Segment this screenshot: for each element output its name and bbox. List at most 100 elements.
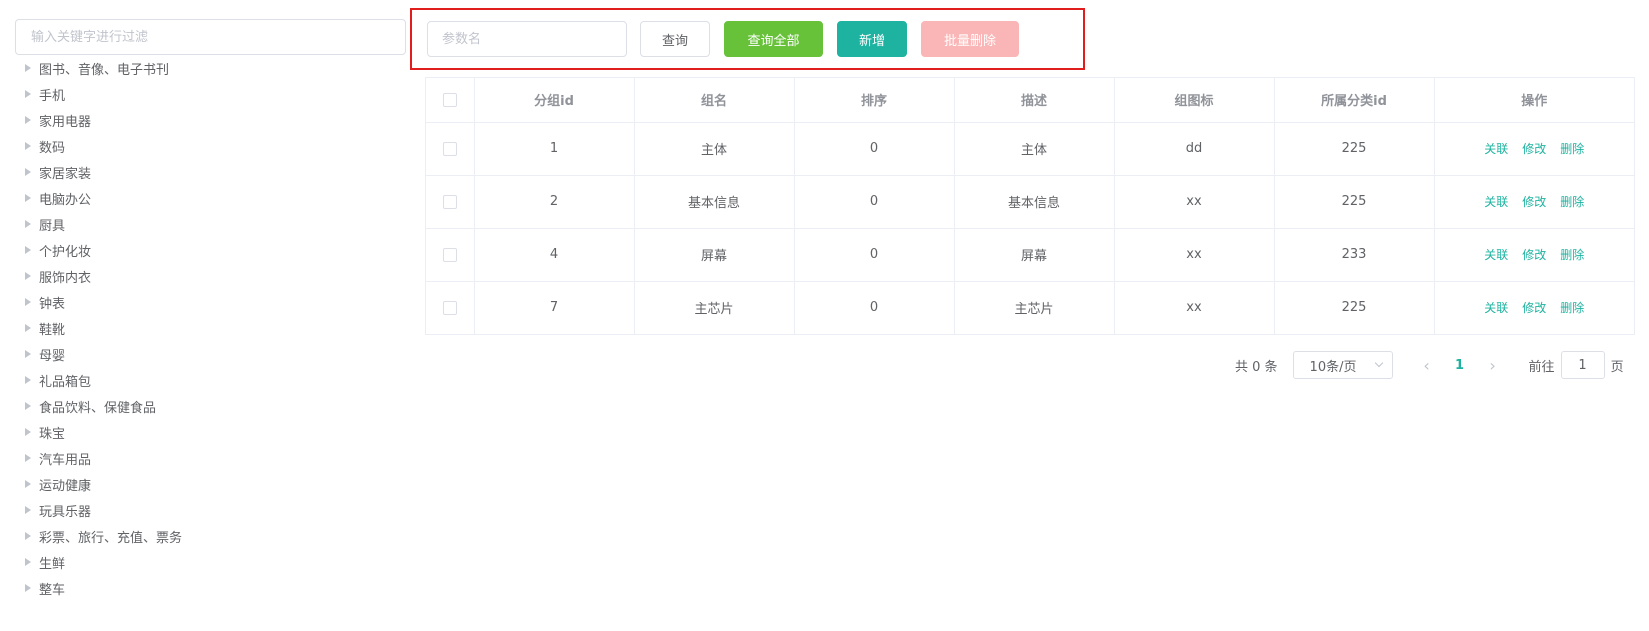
cell-operations: 关联 修改 删除 <box>1434 281 1634 334</box>
caret-right-icon[interactable] <box>25 116 31 124</box>
row-checkbox[interactable] <box>442 194 457 209</box>
tree-node[interactable]: 运动健康 <box>15 471 406 497</box>
relate-link[interactable]: 关联 <box>1484 193 1508 210</box>
table-header-row: 分组id 组名 排序 描述 组图标 所属分类id 操作 <box>426 78 1634 123</box>
caret-right-icon[interactable] <box>25 324 31 332</box>
cell-group-name: 基本信息 <box>634 175 795 229</box>
table-row: 7 主芯片 0 主芯片 xx 225 关联 修改 删除 <box>426 281 1634 334</box>
tree-node[interactable]: 数码 <box>15 133 406 159</box>
caret-right-icon[interactable] <box>25 64 31 72</box>
cell-description: 主芯片 <box>954 281 1115 334</box>
chevron-down-icon <box>1374 358 1383 368</box>
tree-filter-input[interactable] <box>15 19 406 55</box>
tree-node-label: 家居家装 <box>39 166 92 182</box>
attr-group-table: 分组id 组名 排序 描述 组图标 所属分类id 操作 1 主体 0 主体 dd 225 关… <box>425 77 1635 335</box>
tree-node[interactable]: 电脑办公 <box>15 185 406 211</box>
caret-right-icon[interactable] <box>25 298 31 306</box>
query-button[interactable]: 查询 <box>640 21 710 57</box>
goto-page-input[interactable] <box>1560 351 1605 379</box>
relate-link[interactable]: 关联 <box>1484 299 1508 316</box>
total-count: 共 0 条 <box>1235 359 1278 375</box>
caret-right-icon[interactable] <box>25 584 31 592</box>
caret-right-icon[interactable] <box>25 454 31 462</box>
caret-right-icon[interactable] <box>25 506 31 514</box>
caret-right-icon[interactable] <box>25 168 31 176</box>
caret-right-icon[interactable] <box>25 220 31 228</box>
param-name-input[interactable] <box>427 21 627 57</box>
caret-right-icon[interactable] <box>25 246 31 254</box>
tree-node[interactable]: 图书、音像、电子书刊 <box>15 55 406 81</box>
cell-sort: 0 <box>794 122 955 176</box>
caret-right-icon[interactable] <box>25 428 31 436</box>
add-button[interactable]: 新增 <box>837 21 907 57</box>
caret-right-icon[interactable] <box>25 532 31 540</box>
tree-node[interactable]: 家居家装 <box>15 159 406 185</box>
cell-group-id: 7 <box>474 281 635 334</box>
caret-right-icon[interactable] <box>25 402 31 410</box>
tree-node[interactable]: 厨具 <box>15 211 406 237</box>
caret-right-icon[interactable] <box>25 90 31 98</box>
next-page-button[interactable]: › <box>1479 351 1507 379</box>
category-tree-panel: 图书、音像、电子书刊手机家用电器数码家居家装电脑办公厨具个护化妆服饰内衣钟表鞋靴… <box>15 19 406 601</box>
cell-description: 主体 <box>954 122 1115 176</box>
tree-node[interactable]: 服饰内衣 <box>15 263 406 289</box>
caret-right-icon[interactable] <box>25 142 31 150</box>
edit-link[interactable]: 修改 <box>1522 140 1546 157</box>
cell-description: 基本信息 <box>954 175 1115 229</box>
page-size-select[interactable]: 10条/页 <box>1292 351 1393 379</box>
prev-page-button[interactable]: ‹ <box>1413 351 1441 379</box>
edit-link[interactable]: 修改 <box>1522 246 1546 263</box>
tree-node[interactable]: 玩具乐器 <box>15 497 406 523</box>
batch-delete-button[interactable]: 批量删除 <box>921 21 1019 57</box>
cell-catelog-id: 225 <box>1274 175 1435 229</box>
delete-link[interactable]: 删除 <box>1560 193 1584 210</box>
delete-link[interactable]: 删除 <box>1560 140 1584 157</box>
tree-node-label: 运动健康 <box>39 478 92 494</box>
cell-operations: 关联 修改 删除 <box>1434 228 1634 282</box>
cell-group-icon: xx <box>1114 228 1275 282</box>
tree-node[interactable]: 食品饮料、保健食品 <box>15 393 406 419</box>
header-group-id: 分组id <box>474 78 635 123</box>
edit-link[interactable]: 修改 <box>1522 299 1546 316</box>
tree-node[interactable]: 礼品箱包 <box>15 367 406 393</box>
tree-node[interactable]: 彩票、旅行、充值、票务 <box>15 523 406 549</box>
tree-node[interactable]: 珠宝 <box>15 419 406 445</box>
cell-sort: 0 <box>794 175 955 229</box>
tree-node-label: 玩具乐器 <box>39 504 92 520</box>
cell-group-name: 主体 <box>634 122 795 176</box>
row-checkbox[interactable] <box>442 141 457 156</box>
tree-node[interactable]: 个护化妆 <box>15 237 406 263</box>
caret-right-icon[interactable] <box>25 376 31 384</box>
cell-group-id: 1 <box>474 122 635 176</box>
cell-select <box>426 281 475 334</box>
relate-link[interactable]: 关联 <box>1484 246 1508 263</box>
caret-right-icon[interactable] <box>25 558 31 566</box>
row-checkbox[interactable] <box>442 247 457 262</box>
tree-node[interactable]: 母婴 <box>15 341 406 367</box>
tree-node[interactable]: 鞋靴 <box>15 315 406 341</box>
tree-node-label: 汽车用品 <box>39 452 92 468</box>
delete-link[interactable]: 删除 <box>1560 246 1584 263</box>
tree-node-label: 厨具 <box>39 218 66 234</box>
row-checkbox[interactable] <box>442 300 457 315</box>
caret-right-icon[interactable] <box>25 272 31 280</box>
tree-node[interactable]: 整车 <box>15 575 406 601</box>
page-number[interactable]: 1 <box>1441 351 1479 379</box>
tree-node[interactable]: 手机 <box>15 81 406 107</box>
tree-node[interactable]: 生鲜 <box>15 549 406 575</box>
page-size-value: 10条/页 <box>1309 359 1357 375</box>
tree-node-label: 服饰内衣 <box>39 270 92 286</box>
toolbar: 查询 查询全部 新增 批量删除 <box>410 8 1085 70</box>
query-all-button[interactable]: 查询全部 <box>724 21 823 57</box>
tree-node[interactable]: 家用电器 <box>15 107 406 133</box>
select-all-checkbox[interactable] <box>442 92 457 107</box>
caret-right-icon[interactable] <box>25 350 31 358</box>
relate-link[interactable]: 关联 <box>1484 140 1508 157</box>
tree-node[interactable]: 汽车用品 <box>15 445 406 471</box>
tree-node[interactable]: 钟表 <box>15 289 406 315</box>
delete-link[interactable]: 删除 <box>1560 299 1584 316</box>
tree-node-label: 母婴 <box>39 348 66 364</box>
edit-link[interactable]: 修改 <box>1522 193 1546 210</box>
caret-right-icon[interactable] <box>25 480 31 488</box>
caret-right-icon[interactable] <box>25 194 31 202</box>
